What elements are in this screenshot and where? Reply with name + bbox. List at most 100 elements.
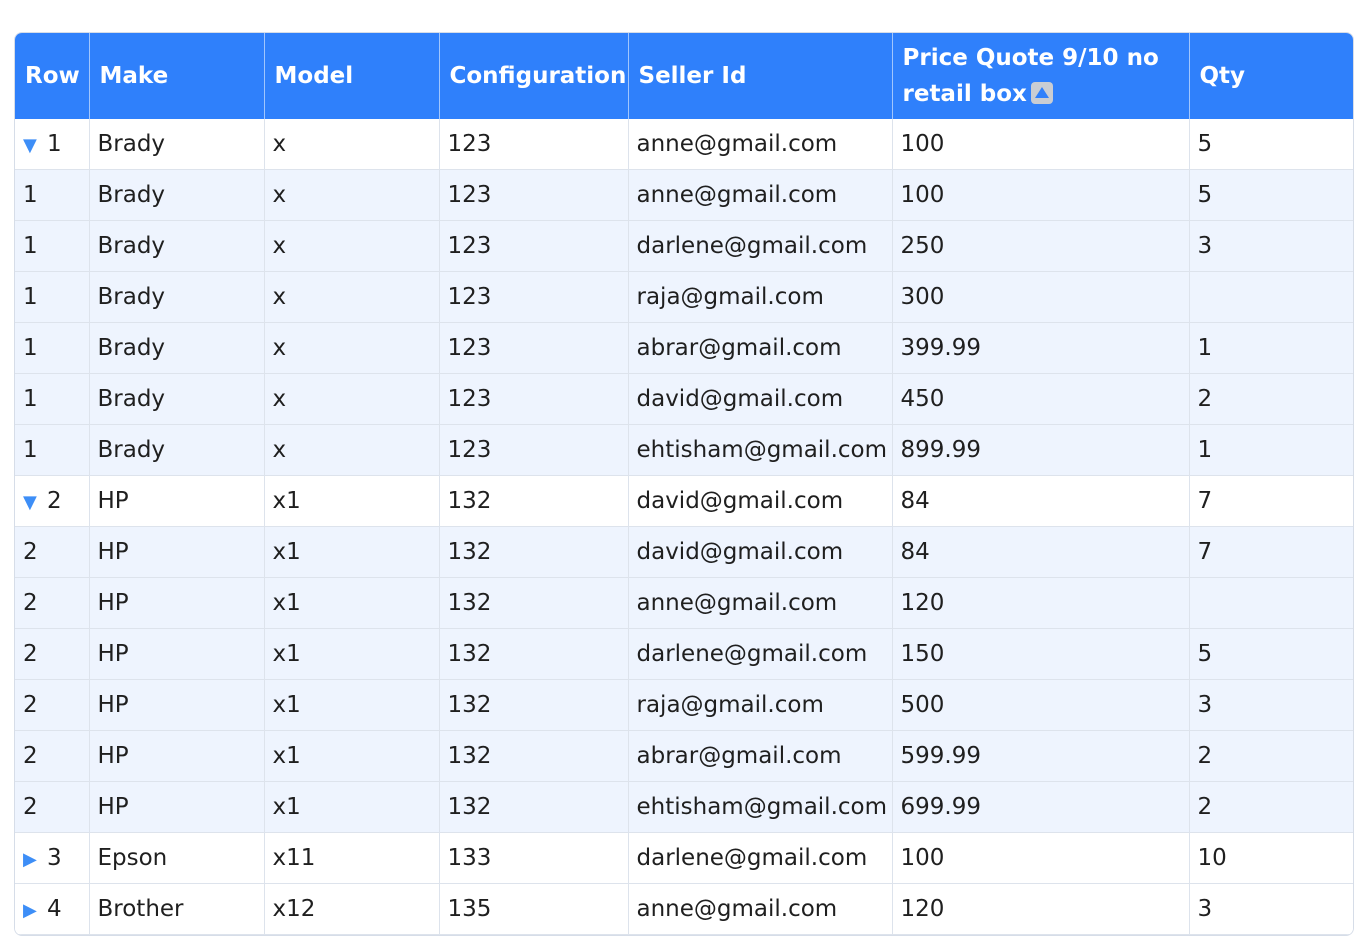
row-number: 4 (47, 896, 62, 922)
cell-configuration: 132 (439, 781, 629, 833)
cell-model: x (264, 424, 440, 476)
column-header-qty[interactable]: Qty (1189, 33, 1353, 119)
cell-row[interactable]: ▶ 3 (15, 832, 90, 884)
cell-model: x1 (264, 475, 440, 527)
data-table: Row Make Model Configuration Seller Id P… (15, 33, 1353, 935)
cell-make: HP (89, 730, 265, 782)
cell-price-quote: 120 (892, 883, 1190, 935)
column-header-row[interactable]: Row (15, 33, 90, 119)
table-row[interactable]: 2 HP x1 132 anne@gmail.com 120 (15, 577, 1353, 629)
cell-configuration: 132 (439, 475, 629, 527)
cell-price-quote: 150 (892, 628, 1190, 680)
cell-make: Brady (89, 373, 265, 425)
table-row[interactable]: 1 Brady x 123 ehtisham@gmail.com 899.99 1 (15, 424, 1353, 476)
cell-seller-id: ehtisham@gmail.com (628, 424, 893, 476)
cell-row: 2 (15, 679, 90, 731)
cell-row: 1 (15, 169, 90, 221)
cell-qty (1189, 271, 1353, 323)
cell-configuration: 123 (439, 119, 629, 170)
group-row[interactable]: ▶ 4 Brother x12 135 anne@gmail.com 120 3 (15, 883, 1353, 935)
cell-configuration: 123 (439, 169, 629, 221)
cell-qty: 3 (1189, 220, 1353, 272)
column-header-model[interactable]: Model (264, 33, 440, 119)
cell-seller-id: raja@gmail.com (628, 679, 893, 731)
cell-qty: 5 (1189, 169, 1353, 221)
cell-seller-id: abrar@gmail.com (628, 322, 893, 374)
row-number: 2 (23, 539, 38, 565)
table-row[interactable]: 2 HP x1 132 abrar@gmail.com 599.99 2 (15, 730, 1353, 782)
cell-price-quote: 100 (892, 832, 1190, 884)
group-row[interactable]: ▼ 2 HP x1 132 david@gmail.com 84 7 (15, 475, 1353, 527)
collapse-triangle-icon[interactable]: ▼ (23, 135, 45, 156)
cell-row: 2 (15, 577, 90, 629)
cell-model: x (264, 169, 440, 221)
cell-make: HP (89, 577, 265, 629)
cell-make: Brady (89, 169, 265, 221)
cell-configuration: 132 (439, 730, 629, 782)
cell-configuration: 133 (439, 832, 629, 884)
expand-triangle-icon[interactable]: ▶ (23, 849, 45, 870)
cell-seller-id: anne@gmail.com (628, 169, 893, 221)
cell-model: x (264, 373, 440, 425)
cell-price-quote: 250 (892, 220, 1190, 272)
row-number: 2 (47, 488, 62, 514)
table-row[interactable]: 2 HP x1 132 ehtisham@gmail.com 699.99 2 (15, 781, 1353, 833)
cell-qty: 1 (1189, 424, 1353, 476)
cell-make: HP (89, 526, 265, 578)
cell-make: Brady (89, 322, 265, 374)
cell-price-quote: 84 (892, 526, 1190, 578)
cell-configuration: 123 (439, 424, 629, 476)
table-row[interactable]: 1 Brady x 123 darlene@gmail.com 250 3 (15, 220, 1353, 272)
cell-make: Brady (89, 271, 265, 323)
cell-model: x (264, 220, 440, 272)
cell-price-quote: 300 (892, 271, 1190, 323)
cell-row[interactable]: ▼ 1 (15, 119, 90, 170)
column-header-seller-id[interactable]: Seller Id (628, 33, 893, 119)
row-number: 2 (23, 692, 38, 718)
cell-make: Brother (89, 883, 265, 935)
header-row: Row Make Model Configuration Seller Id P… (15, 33, 1353, 119)
cell-make: HP (89, 679, 265, 731)
row-number: 1 (23, 386, 38, 412)
cell-row: 1 (15, 373, 90, 425)
table-row[interactable]: 1 Brady x 123 raja@gmail.com 300 (15, 271, 1353, 323)
cell-make: Epson (89, 832, 265, 884)
expand-triangle-icon[interactable]: ▶ (23, 900, 45, 921)
cell-row[interactable]: ▶ 4 (15, 883, 90, 935)
table-row[interactable]: 1 Brady x 123 anne@gmail.com 100 5 (15, 169, 1353, 221)
cell-model: x12 (264, 883, 440, 935)
row-number: 2 (23, 794, 38, 820)
cell-model: x1 (264, 577, 440, 629)
cell-price-quote: 399.99 (892, 322, 1190, 374)
column-header-price-quote[interactable]: Price Quote 9/10 no retail box (892, 33, 1190, 119)
row-number: 2 (23, 641, 38, 667)
table-row[interactable]: 2 HP x1 132 darlene@gmail.com 150 5 (15, 628, 1353, 680)
cell-model: x1 (264, 679, 440, 731)
cell-model: x (264, 271, 440, 323)
cell-seller-id: anne@gmail.com (628, 119, 893, 170)
cell-model: x (264, 119, 440, 170)
cell-row[interactable]: ▼ 2 (15, 475, 90, 527)
column-header-make[interactable]: Make (89, 33, 265, 119)
cell-qty: 7 (1189, 526, 1353, 578)
cell-configuration: 123 (439, 220, 629, 272)
group-row[interactable]: ▼ 1 Brady x 123 anne@gmail.com 100 5 (15, 119, 1353, 170)
cell-configuration: 135 (439, 883, 629, 935)
table-row[interactable]: 2 HP x1 132 raja@gmail.com 500 3 (15, 679, 1353, 731)
cell-seller-id: david@gmail.com (628, 526, 893, 578)
cell-seller-id: darlene@gmail.com (628, 220, 893, 272)
table-row[interactable]: 1 Brady x 123 david@gmail.com 450 2 (15, 373, 1353, 425)
cell-price-quote: 84 (892, 475, 1190, 527)
cell-seller-id: abrar@gmail.com (628, 730, 893, 782)
sort-ascending-icon[interactable] (1030, 82, 1053, 104)
cell-make: Brady (89, 220, 265, 272)
collapse-triangle-icon[interactable]: ▼ (23, 492, 45, 513)
cell-seller-id: ehtisham@gmail.com (628, 781, 893, 833)
cell-configuration: 123 (439, 322, 629, 374)
row-number: 1 (23, 233, 38, 259)
table-row[interactable]: 2 HP x1 132 david@gmail.com 84 7 (15, 526, 1353, 578)
cell-model: x1 (264, 730, 440, 782)
group-row[interactable]: ▶ 3 Epson x11 133 darlene@gmail.com 100 10 (15, 832, 1353, 884)
column-header-configuration[interactable]: Configuration (439, 33, 629, 119)
table-row[interactable]: 1 Brady x 123 abrar@gmail.com 399.99 1 (15, 322, 1353, 374)
